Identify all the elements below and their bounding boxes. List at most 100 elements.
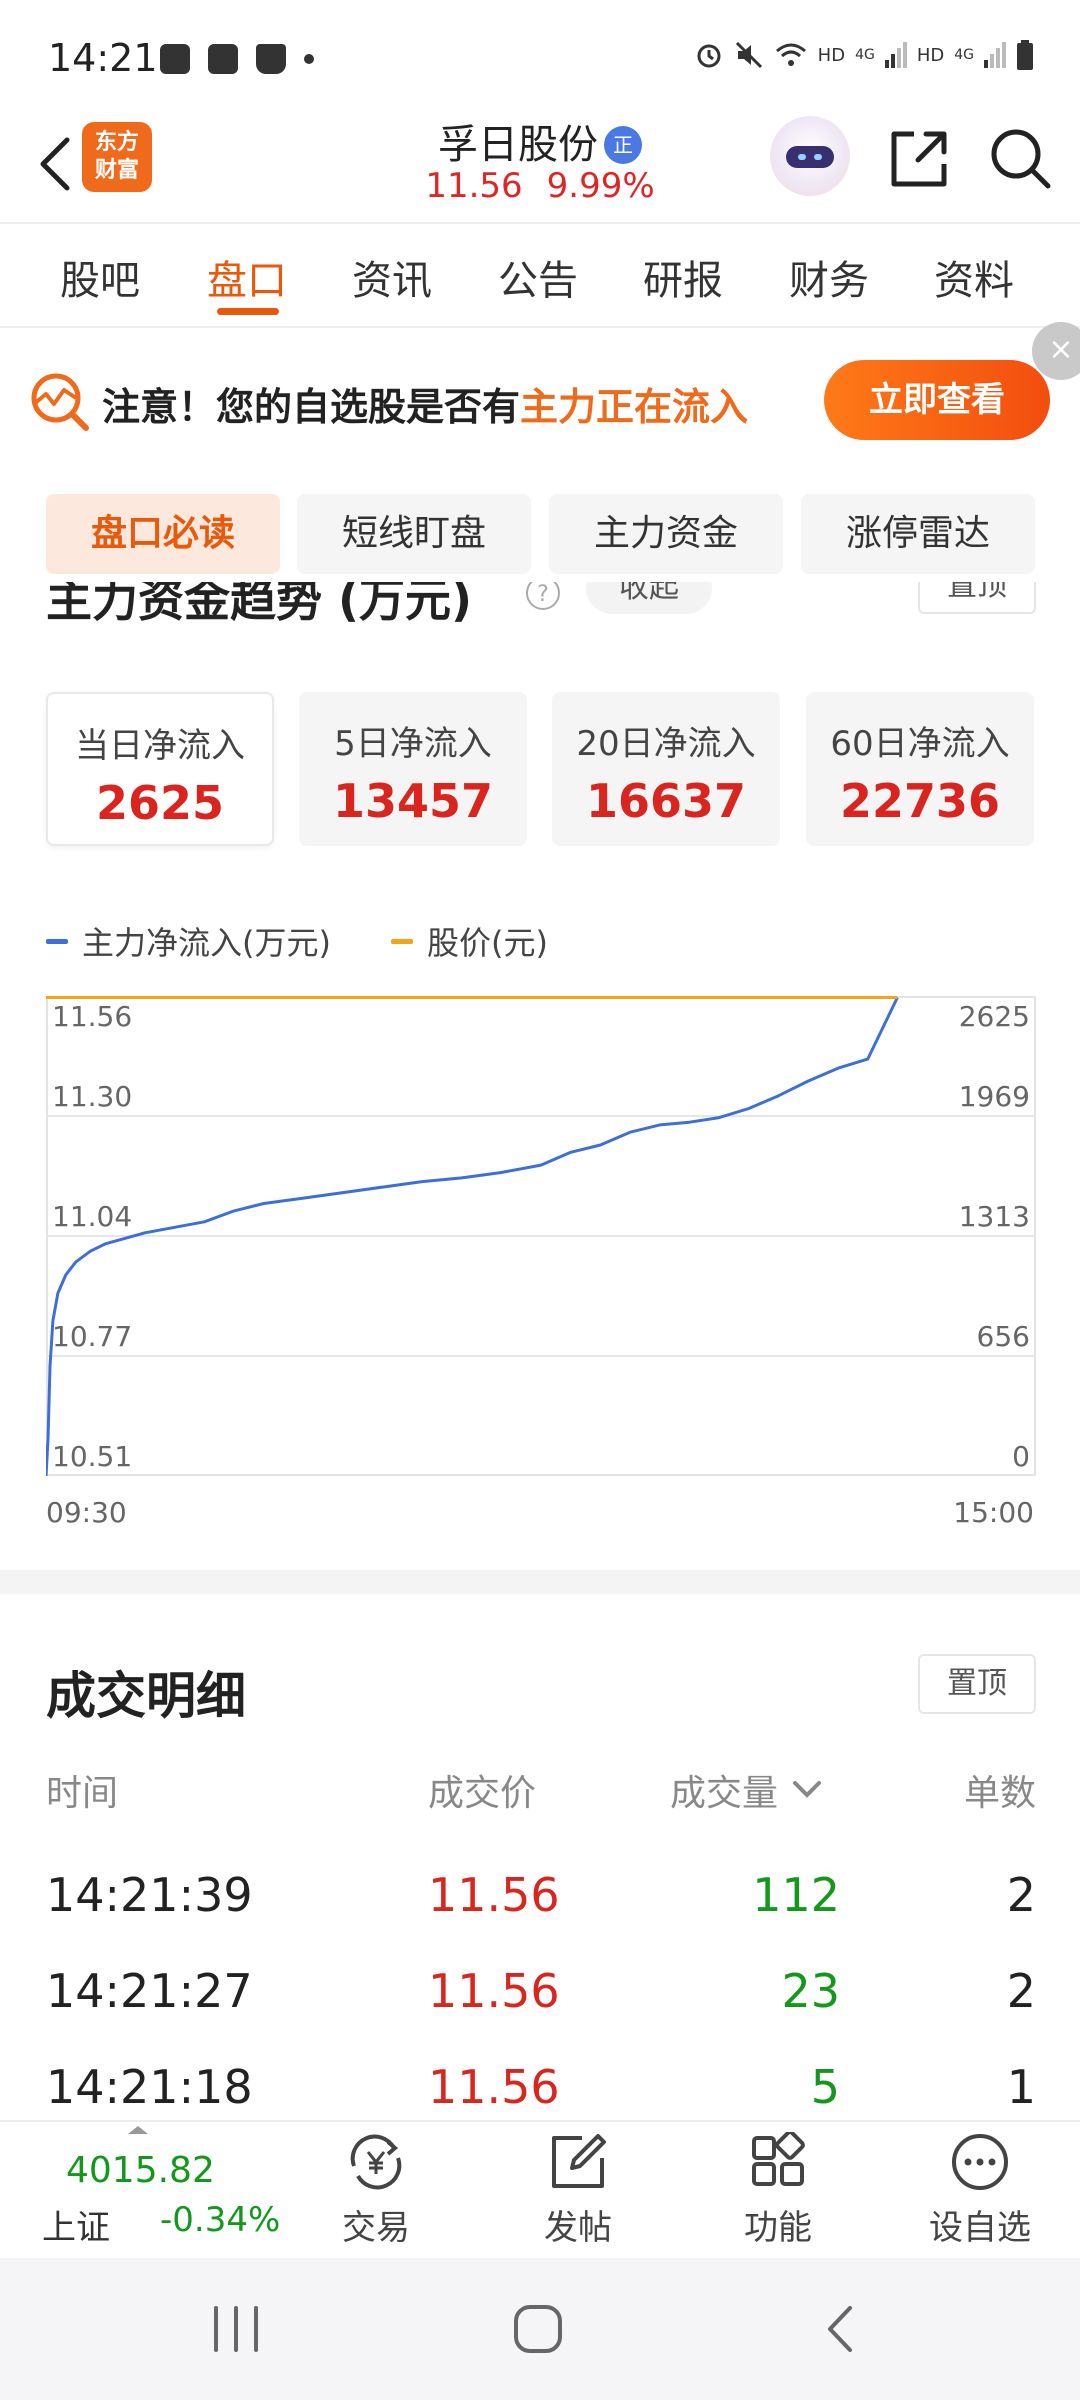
col-header-count: 单数 [963,1773,1036,1814]
card-value: 16637 [585,774,747,828]
home-icon[interactable] [508,2302,568,2356]
legend-swatch-blue [46,938,68,944]
legend-label: 股价(元) [426,924,548,962]
system-nav-bar [0,2258,1080,2400]
stock-price: 11.56 [425,166,523,206]
trade-button[interactable]: 交易 [306,2132,446,2249]
trade-detail-title: 成交明细 [46,1667,246,1725]
chart-legend: 主力净流入(万元) 股价(元) [46,918,608,964]
y-right-tick: 1313 [958,1200,1030,1233]
flow-card-5d[interactable]: 5日净流入 13457 [299,692,527,846]
stock-name: 孚日股份 [438,122,598,168]
tab-profile[interactable]: 资料 [934,248,1014,306]
index-value: 4015.82 [66,2150,215,2191]
tool-label: 交易 [342,2208,410,2248]
flow-card-today[interactable]: 当日净流入 2625 [46,692,274,846]
section-separator [0,1570,1080,1594]
y-left-tick: 11.04 [52,1200,133,1233]
y-right-tick: 0 [1012,1440,1030,1473]
tab-announcements[interactable]: 公告 [498,248,578,306]
col-header-price: 成交价 [428,1773,537,1814]
section-pin-button[interactable]: 置顶 [918,582,1036,614]
flow-card-20d[interactable]: 20日净流入 16637 [552,692,780,846]
tab-finance[interactable]: 财务 [789,248,869,306]
edit-icon [552,2134,606,2188]
trade-count: 2 [1006,1964,1036,2018]
wifi-icon [775,43,806,66]
promo-banner[interactable]: 注意！您的自选股是否有主力正在流入 立即查看 [0,328,1080,468]
caret-up-icon[interactable] [128,2126,148,2134]
assistant-robot-button[interactable] [770,116,850,196]
y-right-tick: 2625 [958,1000,1030,1033]
tab-news[interactable]: 资讯 [352,248,432,306]
back-nav-icon[interactable] [816,2302,866,2356]
col-header-time: 时间 [46,1773,119,1814]
card-label: 60日净流入 [830,724,1010,764]
card-value: 2625 [95,776,225,830]
tool-label: 发帖 [544,2208,612,2248]
collapse-button[interactable]: 收起 [586,582,712,614]
legend-net-inflow: 主力净流入(万元) [46,918,331,964]
status-notification-icons [160,44,314,74]
stock-header: 东方 财富 孚日股份正 11.56 9.99% [0,110,1080,222]
robot-eye-left [798,154,806,160]
share-icon [891,131,947,187]
index-change: -0.34% [160,2200,281,2240]
trade-volume: 23 [781,1964,840,2018]
trade-detail-pin-button[interactable]: 置顶 [918,1654,1036,1714]
trade-volume: 112 [752,1868,840,1922]
sort-chevron-down-icon [793,1781,822,1798]
tab-research[interactable]: 研报 [643,248,723,306]
status-bar: 14:21 HD 4G HD 4G [0,0,1080,110]
fund-trend-section-header: 主力资金趋势 (万元) ? 收起 置顶 [0,582,1080,642]
status-time: 14:21 [48,36,158,80]
subtab-limit-up-radar[interactable]: 涨停雷达 [801,494,1035,574]
stock-badge: 正 [604,126,642,164]
trade-time: 14:21:27 [46,1964,253,2018]
y-right-tick: 656 [976,1320,1030,1353]
stock-change-pct: 9.99% [546,166,655,206]
tab-guba[interactable]: 股吧 [60,248,140,306]
more-notifications-icon [304,54,314,64]
functions-button[interactable]: 功能 [708,2132,848,2249]
flow-card-60d[interactable]: 60日净流入 22736 [806,692,1034,846]
x-tick-end: 15:00 [953,1496,1034,1529]
card-label: 20日净流入 [576,724,756,764]
banner-text: 注意！您的自选股是否有主力正在流入 [102,376,748,431]
signal-icon-2 [984,42,1006,68]
battery-icon [1017,40,1033,70]
add-watchlist-button[interactable]: 设自选 [910,2132,1050,2249]
subtab-main-funds[interactable]: 主力资金 [549,494,783,574]
network-label-2: 4G [855,47,875,63]
search-button[interactable] [986,124,1056,194]
y-left-tick: 10.51 [52,1440,133,1473]
trade-time: 14:21:18 [46,2060,253,2114]
subtab-short-term[interactable]: 短线盯盘 [297,494,531,574]
status-system-icons: HD 4G HD 4G [694,40,1034,70]
main-tabs: 股吧 盘口 资讯 公告 研报 财务 资料 [0,224,1080,324]
trade-price: 11.56 [428,1868,560,1922]
table-row: 14:21:27 11.56 23 2 [0,1964,1080,2060]
active-tab-indicator [217,308,279,315]
legend-price: 股价(元) [390,918,548,964]
gallery-icon [160,44,190,74]
tab-pankou[interactable]: 盘口 [207,248,287,306]
shopping-bag-icon [256,44,286,74]
help-icon[interactable]: ? [526,582,560,610]
recent-apps-icon[interactable] [206,2304,266,2354]
view-now-button[interactable]: 立即查看 [824,360,1050,440]
app-notification-icon [208,44,238,74]
col-header-volume[interactable]: 成交量 [670,1764,825,1816]
y-right-tick: 1969 [958,1080,1030,1113]
trend-alert-icon [31,373,89,431]
trade-time: 14:21:39 [46,1868,253,1922]
card-value: 22736 [839,774,1001,828]
post-button[interactable]: 发帖 [508,2132,648,2249]
y-left-tick: 10.77 [52,1320,133,1353]
share-button[interactable] [884,124,954,194]
alarm-icon [697,44,721,68]
signal-icon [884,42,907,68]
subtab-must-read[interactable]: 盘口必读 [46,494,280,574]
network-label-4: 4G [954,47,974,63]
trade-price: 11.56 [428,1964,560,2018]
